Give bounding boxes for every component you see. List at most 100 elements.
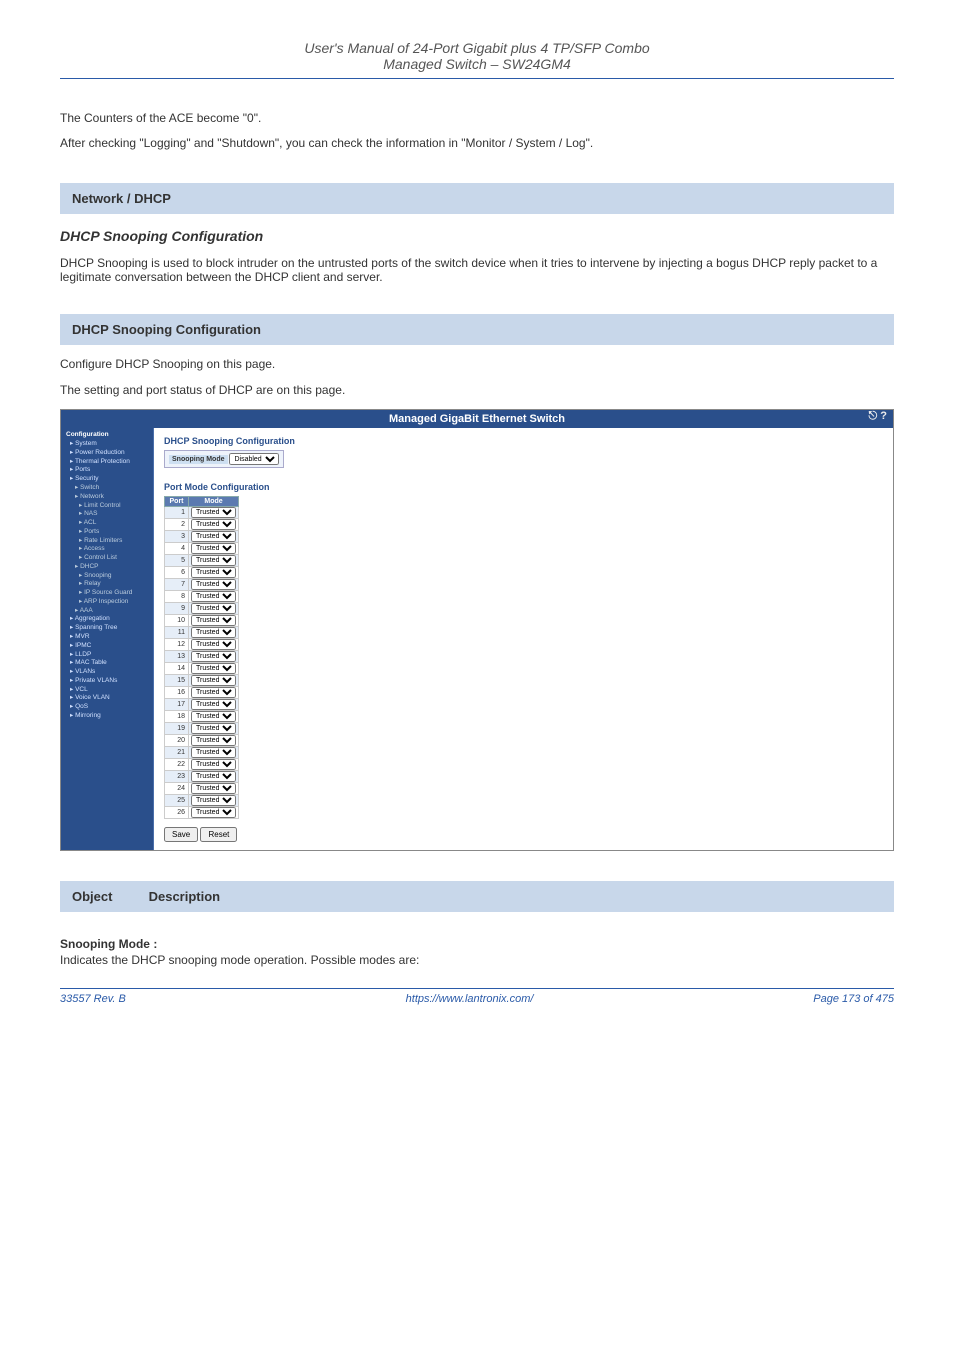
sidebar-item[interactable]: ▸ Ports — [63, 466, 151, 475]
sidebar-item[interactable]: ▸ LLDP — [63, 651, 151, 660]
sidebar-item[interactable]: ▸ VLANs — [63, 668, 151, 677]
footer-url: https://www.lantronix.com/ — [406, 993, 534, 1005]
port-number: 16 — [165, 687, 189, 699]
reset-button[interactable] — [200, 827, 237, 842]
sidebar-item[interactable]: ▸ Limit Control — [63, 502, 151, 511]
sidebar-item[interactable]: ▸ Rate Limiters — [63, 537, 151, 546]
port-number: 25 — [165, 795, 189, 807]
sidebar-item[interactable]: ▸ VCL — [63, 686, 151, 695]
port-mode-select[interactable]: Trusted — [191, 591, 236, 602]
snooping-mode-select[interactable]: Disabled — [229, 453, 279, 465]
port-mode-select[interactable]: Trusted — [191, 699, 236, 710]
sidebar-item[interactable]: ▸ Ports — [63, 528, 151, 537]
sidebar-item[interactable]: ▸ System — [63, 440, 151, 449]
port-mode-select[interactable]: Trusted — [191, 543, 236, 554]
port-mode-select[interactable]: Trusted — [191, 615, 236, 626]
port-number: 22 — [165, 759, 189, 771]
port-number: 9 — [165, 603, 189, 615]
port-number: 10 — [165, 615, 189, 627]
sidebar-item[interactable]: ▸ IP Source Guard — [63, 589, 151, 598]
sidebar-item[interactable]: ▸ AAA — [63, 607, 151, 616]
port-mode-select[interactable]: Trusted — [191, 795, 236, 806]
help-icon[interactable]: ? — [880, 410, 887, 422]
sidebar-item[interactable]: ▸ Network — [63, 493, 151, 502]
footer-page: Page 173 of 475 — [813, 993, 894, 1005]
port-mode-select[interactable]: Trusted — [191, 555, 236, 566]
sidebar-item[interactable]: ▸ Private VLANs — [63, 677, 151, 686]
sidebar-item[interactable]: ▸ Control List — [63, 554, 151, 563]
port-mode-select[interactable]: Trusted — [191, 687, 236, 698]
sidebar-item[interactable]: ▸ Access — [63, 545, 151, 554]
port-mode-select[interactable]: Trusted — [191, 747, 236, 758]
port-mode-select[interactable]: Trusted — [191, 807, 236, 818]
sidebar-item[interactable]: ▸ MVR — [63, 633, 151, 642]
port-mode-select[interactable]: Trusted — [191, 783, 236, 794]
port-mode-select[interactable]: Trusted — [191, 663, 236, 674]
port-number: 2 — [165, 519, 189, 531]
description-label: Description — [149, 889, 221, 904]
dhcp-para-2: Configure DHCP Snooping on this page. — [60, 357, 894, 371]
port-mode-select[interactable]: Trusted — [191, 603, 236, 614]
window-title: Managed GigaBit Ethernet Switch — [389, 413, 565, 425]
port-number: 7 — [165, 579, 189, 591]
snooping-mode-desc: Indicates the DHCP snooping mode operati… — [60, 953, 894, 967]
sidebar-item[interactable]: ▸ Thermal Protection — [63, 458, 151, 467]
port-mode-select[interactable]: Trusted — [191, 531, 236, 542]
port-mode-select[interactable]: Trusted — [191, 711, 236, 722]
sidebar-item[interactable]: ▸ Voice VLAN — [63, 694, 151, 703]
snooping-mode-label: Snooping Mode — [169, 455, 228, 464]
port-mode-select[interactable]: Trusted — [191, 651, 236, 662]
doc-subtitle-1: User's Manual of 24-Port Gigabit plus 4 … — [304, 40, 649, 56]
sidebar-item[interactable]: ▸ Snooping — [63, 572, 151, 581]
sidebar-item[interactable]: ▸ ARP Inspection — [63, 598, 151, 607]
port-mode-select[interactable]: Trusted — [191, 507, 236, 518]
sidebar-item[interactable]: ▸ ACL — [63, 519, 151, 528]
intro-text-2: After checking "Logging" and "Shutdown",… — [60, 134, 894, 153]
port-mode-select[interactable]: Trusted — [191, 519, 236, 530]
logout-icon[interactable]: ⎋ — [869, 410, 878, 422]
intro-text-1: The Counters of the ACE become "0". — [60, 109, 894, 128]
section-dhcp-snooping-cfg-2: DHCP Snooping Configuration — [60, 314, 894, 345]
port-mode-select[interactable]: Trusted — [191, 567, 236, 578]
sidebar-item[interactable]: ▸ Aggregation — [63, 615, 151, 624]
port-mode-select[interactable]: Trusted — [191, 639, 236, 650]
port-number: 19 — [165, 723, 189, 735]
sidebar-item[interactable]: ▸ IPMC — [63, 642, 151, 651]
sidebar-item[interactable]: ▸ Spanning Tree — [63, 624, 151, 633]
port-number: 24 — [165, 783, 189, 795]
port-number: 12 — [165, 639, 189, 651]
col-mode: Mode — [189, 497, 239, 507]
sidebar-item[interactable]: ▸ MAC Table — [63, 659, 151, 668]
sidebar-item[interactable]: ▸ Switch — [63, 484, 151, 493]
port-number: 18 — [165, 711, 189, 723]
port-number: 21 — [165, 747, 189, 759]
port-number: 13 — [165, 651, 189, 663]
sidebar-item[interactable]: ▸ Security — [63, 475, 151, 484]
dhcp-para-3: The setting and port status of DHCP are … — [60, 383, 894, 397]
save-button[interactable] — [164, 827, 198, 842]
port-mode-select[interactable]: Trusted — [191, 771, 236, 782]
port-mode-select[interactable]: Trusted — [191, 627, 236, 638]
sidebar-item[interactable]: ▸ DHCP — [63, 563, 151, 572]
port-mode-select[interactable]: Trusted — [191, 759, 236, 770]
port-mode-select[interactable]: Trusted — [191, 723, 236, 734]
port-number: 14 — [165, 663, 189, 675]
object-label: Object — [72, 889, 112, 904]
port-mode-select[interactable]: Trusted — [191, 579, 236, 590]
sidebar-item[interactable]: ▸ Relay — [63, 580, 151, 589]
port-mode-select[interactable]: Trusted — [191, 735, 236, 746]
port-number: 1 — [165, 507, 189, 519]
port-mode-select[interactable]: Trusted — [191, 675, 236, 686]
doc-subtitle-2: Managed Switch – SW24GM4 — [383, 56, 571, 72]
port-number: 23 — [165, 771, 189, 783]
sidebar-item[interactable]: ▸ QoS — [63, 703, 151, 712]
port-number: 11 — [165, 627, 189, 639]
nav-sidebar: Configuration ▸ System▸ Power Reduction▸… — [61, 428, 154, 850]
snooping-mode-heading: Snooping Mode : — [60, 937, 894, 951]
sidebar-item[interactable]: ▸ Mirroring — [63, 712, 151, 721]
dhcp-para-1: DHCP Snooping is used to block intruder … — [60, 256, 894, 284]
sidebar-item[interactable]: ▸ NAS — [63, 510, 151, 519]
port-number: 26 — [165, 807, 189, 819]
sidebar-top[interactable]: Configuration — [63, 431, 151, 440]
sidebar-item[interactable]: ▸ Power Reduction — [63, 449, 151, 458]
